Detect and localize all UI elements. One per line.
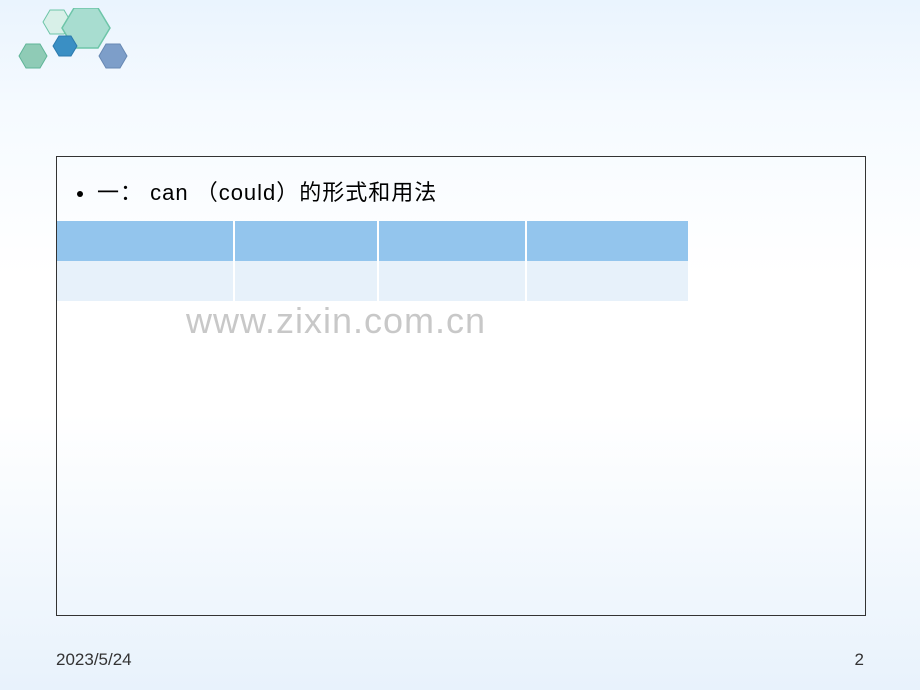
decorative-hexagons (18, 8, 148, 78)
table-cell (527, 261, 688, 301)
table-row (57, 261, 688, 301)
table-cell (527, 301, 688, 341)
footer-page-number: 2 (855, 650, 864, 670)
table (57, 221, 688, 341)
bullet-icon (77, 191, 83, 197)
table-cell (379, 261, 527, 301)
table-row (57, 221, 688, 261)
table-cell (235, 301, 379, 341)
table-cell (235, 261, 379, 301)
footer-date: 2023/5/24 (56, 650, 132, 670)
content-frame: 一： can （could）的形式和用法 (56, 156, 866, 616)
table-row (57, 301, 688, 341)
table-cell (57, 301, 235, 341)
table-cell (57, 221, 235, 261)
table-cell (57, 261, 235, 301)
table-cell (235, 221, 379, 261)
table-cell (379, 301, 527, 341)
title-text: 一： can （could）的形式和用法 (97, 180, 437, 205)
table-cell (527, 221, 688, 261)
slide-title: 一： can （could）的形式和用法 (57, 157, 865, 221)
table-cell (379, 221, 527, 261)
